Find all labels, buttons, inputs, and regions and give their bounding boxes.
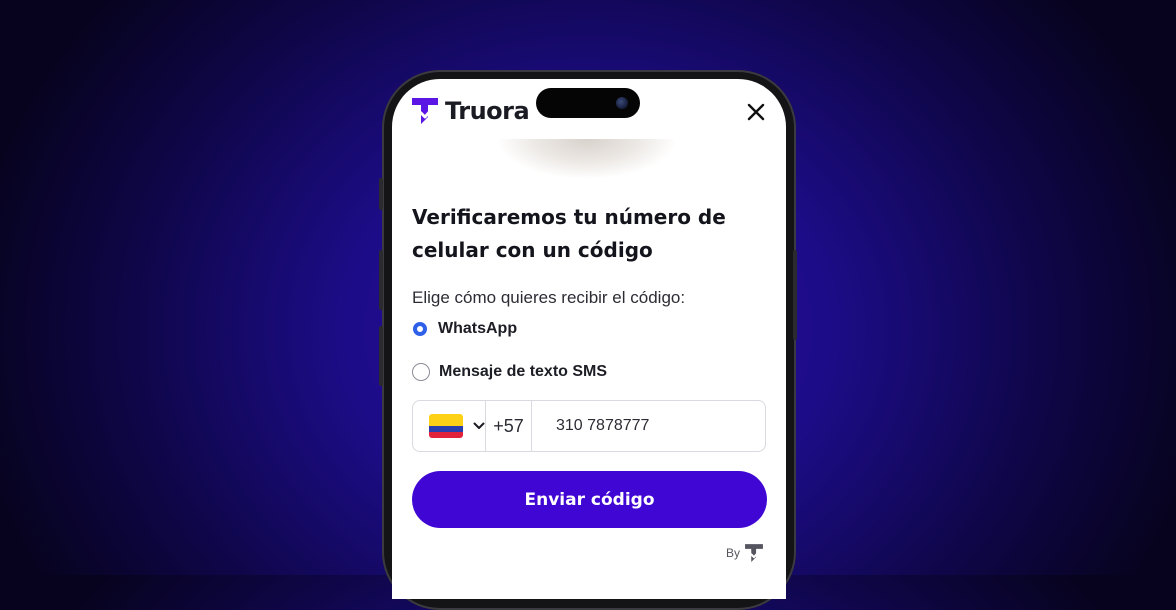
option-whatsapp[interactable]: WhatsApp [412, 320, 517, 338]
chevron-down-icon [473, 422, 485, 429]
phone-side-button [793, 250, 797, 340]
send-code-button[interactable]: Enviar código [412, 471, 767, 528]
page-title: Verificaremos tu número de celular con u… [412, 205, 726, 262]
radio-unselected-icon[interactable] [412, 363, 430, 381]
phone-number-input[interactable] [532, 401, 765, 451]
colombia-flag-icon [429, 414, 463, 438]
by-label: By [726, 546, 741, 560]
subtitle: Elige cómo quieres recibir el código: [412, 288, 686, 307]
option-label: WhatsApp [438, 320, 518, 337]
option-sms[interactable]: Mensaje de texto SMS [412, 363, 607, 381]
phone-side-button [379, 178, 383, 210]
truora-logo: Truora [409, 95, 530, 127]
dial-code: +57 [486, 401, 532, 451]
camera-icon [616, 97, 628, 109]
radio-selected-icon[interactable] [413, 322, 427, 336]
option-label: Mensaje de texto SMS [439, 363, 608, 380]
phone-side-button [379, 250, 383, 310]
powered-by: By [726, 542, 765, 564]
phone-number-field: +57 [412, 400, 766, 452]
truora-mark-icon [745, 544, 763, 562]
phone-side-button [379, 326, 383, 386]
phone-screen: Truora Verificaremos tu número de celula… [392, 79, 786, 599]
close-icon[interactable] [745, 101, 767, 123]
brand-name: Truora [445, 97, 530, 125]
hero-image [497, 139, 677, 187]
dynamic-island [536, 88, 640, 118]
truora-logo-icon [412, 98, 438, 124]
country-select[interactable] [413, 401, 486, 451]
